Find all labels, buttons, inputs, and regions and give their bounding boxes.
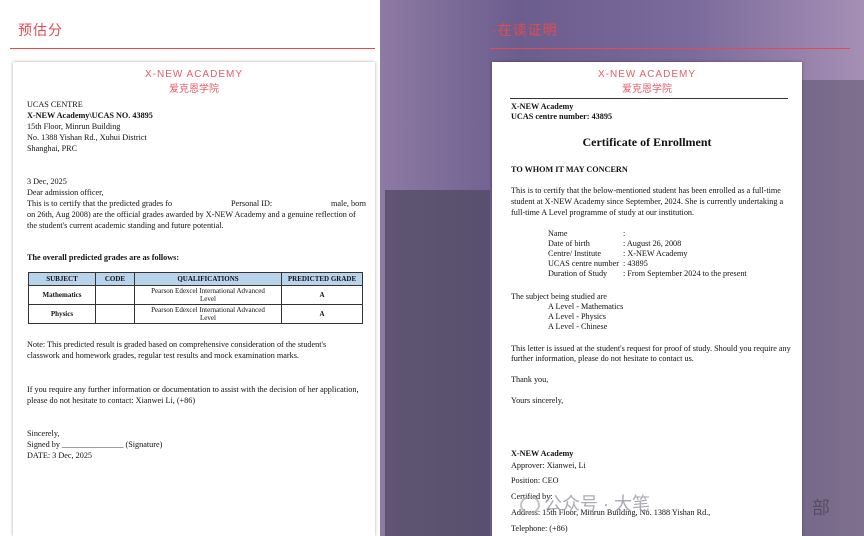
field-value: : From September 2024 to the present [623, 269, 747, 278]
subject-item: A Level - Chinese [548, 322, 608, 331]
body-text: Personal ID: [231, 199, 273, 208]
note-text: classwork and homework grades, regular t… [27, 351, 299, 360]
academy-name-en: X-NEW ACADEMY [597, 69, 696, 80]
section-title-predicted: 预估分 [18, 22, 63, 38]
closing: Sincerely, [27, 429, 60, 438]
position: Position: CEO [511, 476, 559, 485]
code-cell [95, 285, 135, 305]
academy-header: X-NEW ACADEMY 爱克恩学院 [13, 69, 375, 95]
thanks: Thank you, [511, 375, 549, 384]
yours-sincerely: Yours sincerely, [511, 396, 564, 405]
column-header: CODE [95, 272, 135, 286]
certificate-title: Certificate of Enrollment [582, 135, 712, 149]
column-header: QUALIFICATIONS [134, 272, 282, 286]
grade-cell: A [281, 304, 363, 324]
predicted-grades-document: X-NEW ACADEMY 爱克恩学院 UCAS CENTRE X-NEW Ac… [13, 62, 375, 536]
qualification-cell: Pearson Edexcel International Advanced Le… [134, 304, 282, 324]
enrollment-certificate-document: X-NEW ACADEMY 爱克恩学院 X-NEW Academy UCAS c… [492, 62, 802, 536]
qualification-line: Level [200, 295, 216, 303]
telephone: Telephone: (+86) [511, 524, 568, 533]
column-header: PREDICTED GRADE [281, 272, 363, 286]
academy-name-en: X-NEW ACADEMY [144, 69, 243, 80]
wechat-icon [520, 496, 540, 515]
section-divider [10, 48, 375, 49]
qualification-line: Pearson Edexcel International Advanced [151, 287, 265, 295]
bridge-tower-silhouette [385, 190, 490, 536]
body-text: male, born [331, 199, 367, 208]
section-title-enrollment: ·在读证明 [492, 22, 558, 38]
qualification-cell: Pearson Edexcel International Advanced Le… [134, 285, 282, 305]
to-whom: TO WHOM IT MAY CONCERN [511, 165, 628, 174]
subject-cell: Physics [28, 304, 96, 324]
signature-org: X-NEW Academy [511, 449, 574, 458]
section-divider [490, 48, 850, 49]
closing-text: further information, please do not hesit… [511, 354, 694, 363]
address-line: No. 1388 Yishan Rd., Xuhui District [27, 133, 147, 142]
academy-header: X-NEW ACADEMY 爱克恩学院 [492, 69, 802, 95]
ucas-number: UCAS centre number: 43895 [511, 112, 613, 121]
qualification-line: Level [200, 314, 216, 322]
field-label: Duration of Study [548, 269, 608, 278]
signature-line: Signed by _______________ (Signature) [27, 440, 163, 449]
watermark-tail: 部 [812, 498, 830, 518]
table-header-row: SUBJECT CODE QUALIFICATIONS PREDICTED GR… [28, 272, 363, 286]
intro-text: student at X-NEW Academy since September… [511, 197, 784, 206]
address-line: Shanghai, PRC [27, 144, 78, 153]
body-text: This is to certify that the predicted gr… [27, 199, 173, 208]
table-heading: The overall predicted grades are as foll… [27, 253, 180, 262]
subject-cell: Mathematics [28, 285, 96, 305]
address-line: 15th Floor, Minrun Building [27, 122, 121, 131]
letter-date: 3 Dec, 2025 [27, 177, 67, 186]
contact-text: please do not hesitate to contact: Xianw… [27, 396, 196, 405]
body-text: on 26th, Aug 2008) are the official grad… [27, 210, 356, 219]
address-line: X-NEW Academy\UCAS NO. 43895 [27, 111, 153, 120]
qualification-line: Pearson Edexcel International Advanced [151, 306, 265, 314]
academy-name-zh: 爱克恩学院 [622, 84, 672, 95]
intro-text: This is to certify that the below-mentio… [511, 186, 781, 195]
code-cell [95, 304, 135, 324]
intro-text: full-time A Level programme of study at … [511, 208, 695, 217]
watermark-text: 公众号 · 大笔 [544, 494, 650, 514]
body-text: the student's current academic standing … [27, 221, 224, 230]
contact-text: If you require any further information o… [27, 385, 359, 394]
grades-table: SUBJECT CODE QUALIFICATIONS PREDICTED GR… [28, 272, 363, 324]
table-row: Mathematics Pearson Edexcel Internationa… [28, 285, 363, 305]
grade-cell: A [281, 285, 363, 305]
date-line: DATE: 3 Dec, 2025 [27, 451, 93, 460]
academy-name-zh: 爱克恩学院 [169, 84, 219, 95]
salutation: Dear admission officer, [27, 188, 104, 197]
note-text: Note: This predicted result is graded ba… [27, 340, 327, 349]
approver: Approver: Xianwei, Li [511, 461, 586, 470]
address-line: UCAS CENTRE [27, 100, 83, 109]
table-row: Physics Pearson Edexcel International Ad… [28, 304, 363, 324]
column-header: SUBJECT [28, 272, 96, 286]
watermark: 公众号 · 大笔 [520, 490, 650, 516]
header-rule [510, 98, 788, 99]
